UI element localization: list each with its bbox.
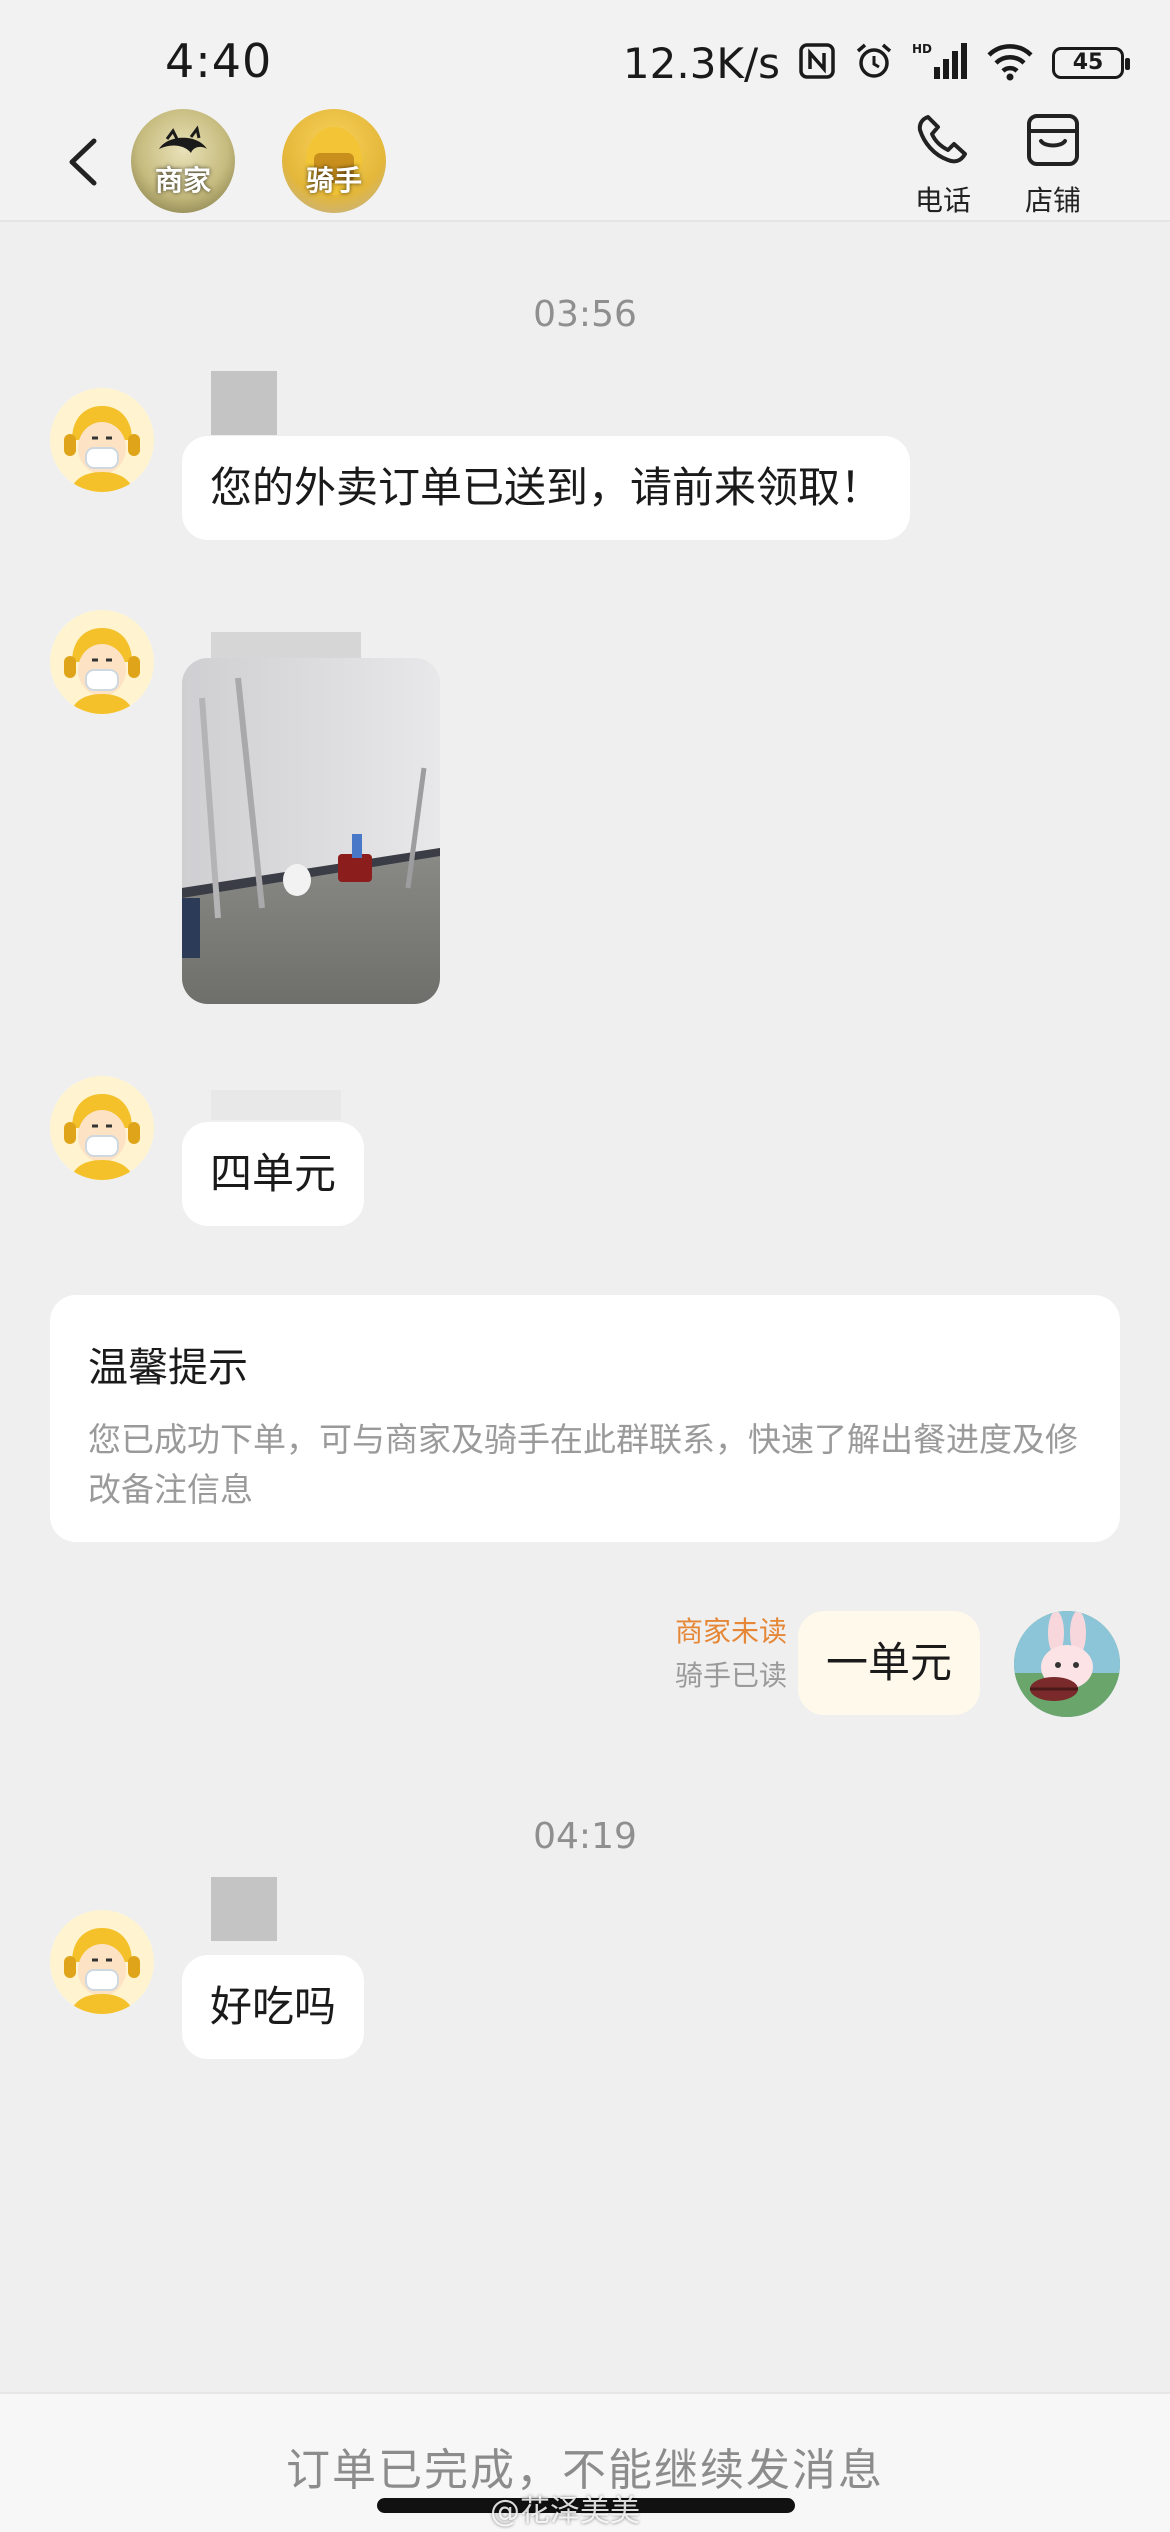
status-icons: 12.3K/s HD 45: [622, 36, 1130, 90]
rider-read-status: 骑手已读: [674, 1659, 787, 1692]
rider-label: 骑手: [305, 164, 362, 197]
delivery-photo[interactable]: [182, 658, 440, 1004]
chat-header: 商家 骑手 电话 店铺: [0, 105, 1170, 222]
alarm-icon: [854, 41, 894, 85]
rider-face-icon: [50, 388, 154, 492]
sender-name-blurred: [211, 371, 277, 435]
status-time: 4:40: [165, 34, 273, 88]
rider-face-icon: [50, 610, 154, 714]
watermark: @花泽美美: [490, 2494, 640, 2529]
delivery-photo-image: [182, 658, 440, 1004]
rider-avatar[interactable]: 骑手: [282, 109, 386, 213]
timestamp: 03:56: [533, 294, 637, 335]
phone-label: 电话: [914, 184, 971, 217]
tip-body: 您已成功下单，可与商家及骑手在此群联系，快速了解出餐进度及修改备注信息: [88, 1420, 1078, 1509]
my-avatar[interactable]: [1014, 1611, 1120, 1717]
rider-face-icon: [50, 1076, 154, 1180]
rider-avatar-small[interactable]: [50, 1910, 154, 2014]
shop-icon: [1027, 114, 1079, 166]
rider-face-icon: [50, 1910, 154, 2014]
tip-card: 温馨提示 您已成功下单，可与商家及骑手在此群联系，快速了解出餐进度及修改备注信息: [50, 1295, 1120, 1542]
network-speed: 12.3K/s: [622, 38, 780, 88]
message-bubble[interactable]: 您的外卖订单已送到，请前来领取！: [182, 436, 911, 540]
timestamp: 04:19: [533, 1816, 637, 1857]
phone-button[interactable]: 电话: [898, 111, 988, 219]
merchant-label: 商家: [154, 164, 211, 197]
rider-avatar-small[interactable]: [50, 1076, 154, 1180]
phone-icon: [917, 115, 967, 164]
merchant-unread-status: 商家未读: [674, 1615, 787, 1648]
message-bubble[interactable]: 好吃吗: [182, 1955, 365, 2059]
rider-avatar-small[interactable]: [50, 610, 154, 714]
back-button[interactable]: [54, 127, 114, 197]
rabbit-avatar-icon: [1014, 1611, 1120, 1717]
svg-text:HD: HD: [912, 42, 932, 56]
read-status: 商家未读 骑手已读: [675, 1610, 787, 1698]
merchant-avatar[interactable]: 商家: [131, 109, 235, 213]
chat-screen: 4:40 12.3K/s HD 45 商家 骑手 电话 店铺 03:56 您的外…: [0, 0, 1170, 2532]
signal-icon: HD: [912, 41, 968, 85]
shop-button[interactable]: 店铺: [1008, 111, 1098, 219]
message-bubble[interactable]: 四单元: [182, 1122, 365, 1226]
status-bar: 4:40 12.3K/s HD 45: [0, 0, 1170, 105]
rider-avatar-small[interactable]: [50, 388, 154, 492]
sender-name-blurred: [211, 1877, 277, 1941]
tip-title: 温馨提示: [88, 1345, 248, 1391]
battery-indicator: 45: [1052, 47, 1130, 79]
my-message-bubble[interactable]: 一单元: [798, 1611, 981, 1715]
chevron-left-icon: [69, 138, 97, 186]
shop-label: 店铺: [1024, 184, 1081, 217]
nfc-icon: [798, 42, 836, 84]
sender-name-blurred: [211, 1090, 341, 1120]
wifi-icon: [986, 41, 1034, 85]
